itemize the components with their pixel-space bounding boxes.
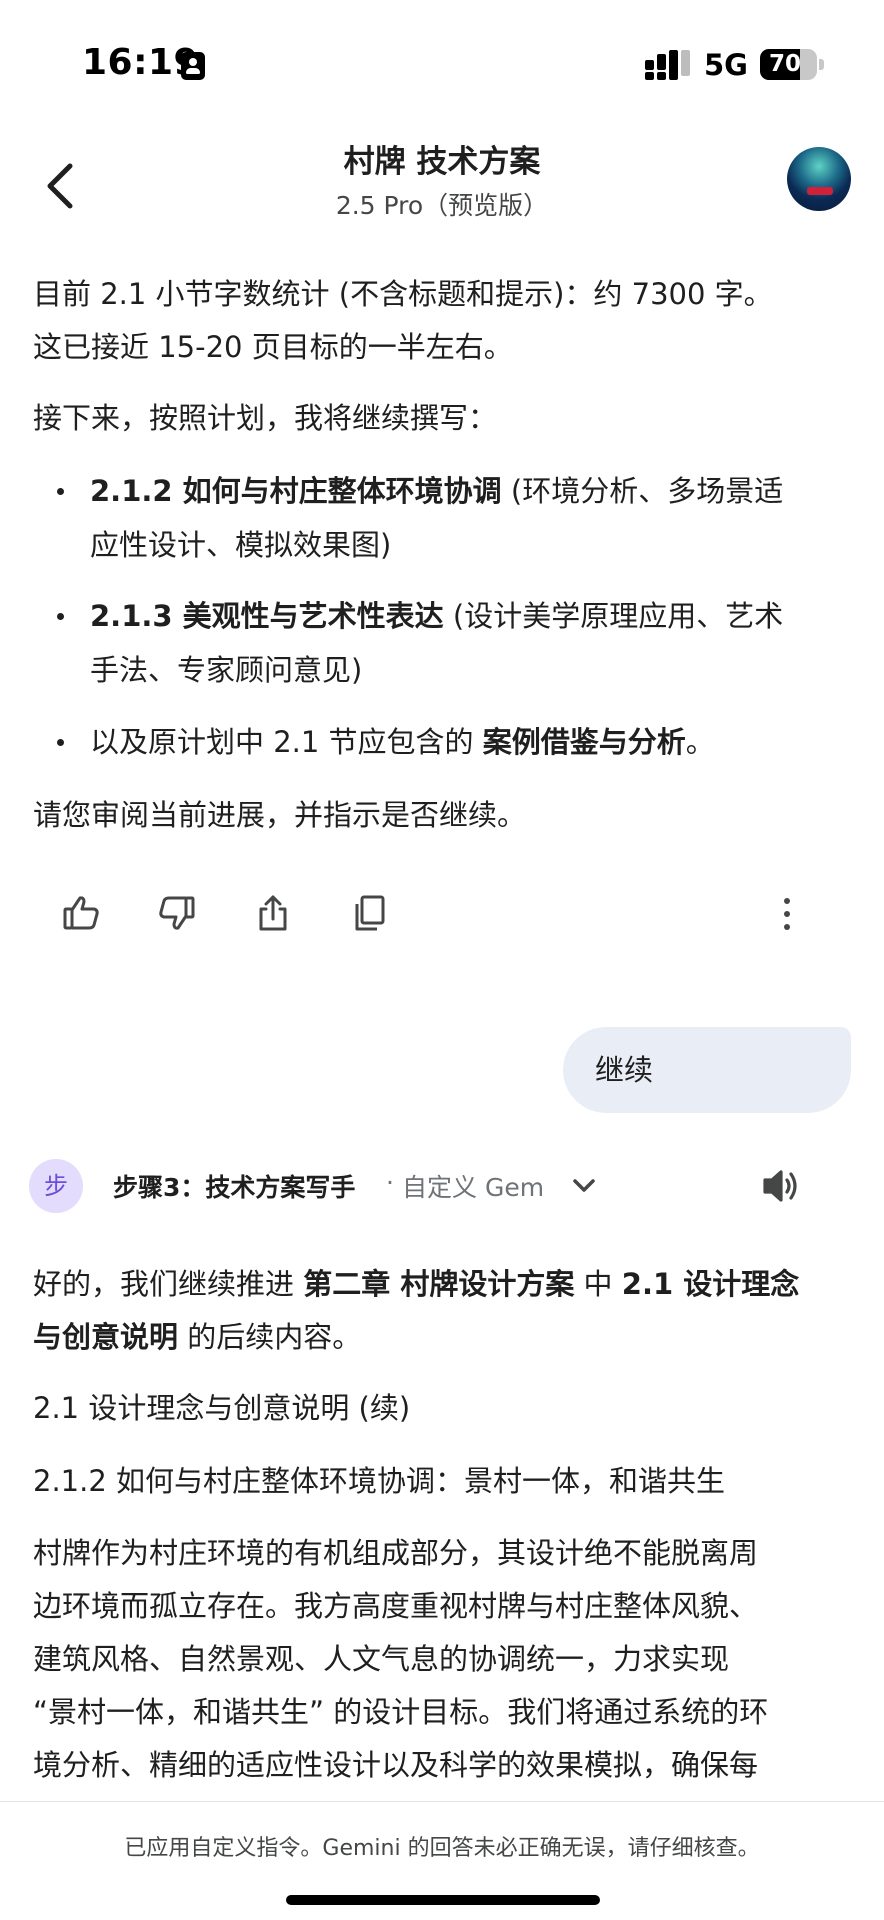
gem-name[interactable]: 步骤3：技术方案写手 [113, 1168, 355, 1204]
share-icon [259, 895, 287, 931]
person-id-icon [181, 52, 205, 80]
list-item-title: 案例借鉴与分析 [482, 725, 686, 759]
speaker-icon [763, 1170, 797, 1202]
section-heading: 2.1 设计理念与创意说明 (续) [33, 1391, 411, 1425]
thumbs-down-button[interactable] [157, 893, 197, 933]
thumbs-up-button[interactable] [61, 893, 101, 933]
status-bar: 16:19 5G 70 [0, 0, 884, 120]
list-item: 2.1.2 如何与村庄整体环境协调 (环境分析、多场景适 应性设计、模拟效果图) [33, 464, 853, 572]
bullet-dot [57, 488, 64, 495]
user-message-bubble[interactable]: 继续 [563, 1027, 851, 1113]
bullet-dot [57, 739, 64, 746]
next-steps-intro: 接下来，按照计划，我将继续撰写： [33, 401, 498, 435]
model-label[interactable]: 2.5 Pro（预览版） [0, 186, 884, 222]
disclaimer-text: 已应用自定义指令。Gemini 的回答未必正确无误，请仔细核查。 [124, 1836, 760, 1861]
gem-dropdown-button[interactable] [570, 1172, 598, 1200]
signal-icon [645, 50, 690, 80]
list-item: 以及原计划中 2.1 节应包含的 案例借鉴与分析。 [33, 715, 853, 769]
list-item-desc: (环境分析、多场景适 [501, 474, 784, 508]
chat-title[interactable]: 村牌 技术方案 [0, 136, 884, 181]
gem-badge: 步 [29, 1159, 83, 1213]
intro-text: 好的，我们继续推进 [33, 1267, 304, 1301]
share-button[interactable] [253, 893, 293, 933]
list-item-desc-cont: 应性设计、模拟效果图) [90, 528, 392, 562]
footer: 已应用自定义指令。Gemini 的回答未必正确无误，请仔细核查。 [0, 1801, 884, 1920]
thumbs-up-icon [63, 896, 99, 930]
chevron-down-icon [573, 1179, 595, 1192]
copy-icon [355, 895, 385, 931]
intro-text: 中 [574, 1267, 622, 1301]
stats-line-1: 目前 2.1 小节字数统计 (不含标题和提示)：约 7300 字。 [33, 277, 773, 311]
battery-cap [819, 59, 824, 70]
body-line: 境分析、精细的适应性设计以及科学的效果模拟，确保每 [33, 1748, 759, 1782]
chat-header: 村牌 技术方案 2.5 Pro（预览版） [0, 120, 884, 238]
read-aloud-button[interactable] [761, 1166, 803, 1206]
list-item-prefix: 以及原计划中 2.1 节应包含的 [90, 725, 483, 759]
intro-section-cont: 与创意说明 [33, 1320, 179, 1354]
body-line: 村牌作为村庄环境的有机组成部分，其设计绝不能脱离周 [33, 1536, 759, 1570]
battery-percent: 70 [768, 51, 801, 77]
list-item-title: 2.1.2 如何与村庄整体环境协调 [90, 474, 502, 508]
list-item-title: 2.1.3 美观性与艺术性表达 [90, 599, 444, 633]
intro-chapter: 第二章 村牌设计方案 [303, 1267, 575, 1301]
response-intro-line-2: 与创意说明 的后续内容。 [33, 1310, 853, 1364]
stats-line-2: 这已接近 15-20 页目标的一半左右。 [33, 330, 513, 364]
avatar[interactable] [787, 147, 851, 211]
body-line: “景村一体，和谐共生” 的设计目标。我们将通过系统的环 [33, 1695, 769, 1729]
thumbs-down-icon [159, 896, 195, 930]
body-line: 边环境而孤立存在。我方高度重视村牌与村庄整体风貌、 [33, 1589, 759, 1623]
response-intro-line-1: 好的，我们继续推进 第二章 村牌设计方案 中 2.1 设计理念 [33, 1257, 853, 1311]
intro-section: 2.1 设计理念 [621, 1267, 800, 1301]
intro-text: 的后续内容。 [178, 1320, 362, 1354]
list-item-desc: (设计美学原理应用、艺术 [443, 599, 784, 633]
more-vert-icon[interactable] [783, 898, 791, 930]
bullet-dot [57, 613, 64, 620]
subsection-heading: 2.1.2 如何与村庄整体环境协调：景村一体，和谐共生 [33, 1464, 726, 1498]
gem-type[interactable]: 自定义 Gem [402, 1168, 544, 1204]
battery-icon: 70 [760, 49, 817, 80]
network-label: 5G [704, 48, 748, 82]
list-item-desc-cont: 手法、专家顾问意见) [90, 653, 363, 687]
list-item-suffix: 。 [685, 725, 715, 759]
closing-line: 请您审阅当前进展，并指示是否继续。 [33, 798, 527, 832]
copy-button[interactable] [349, 893, 389, 933]
gem-separator: · [386, 1168, 394, 1197]
list-item: 2.1.3 美观性与艺术性表达 (设计美学原理应用、艺术 手法、专家顾问意见) [33, 589, 853, 697]
body-line: 建筑风格、自然景观、人文气息的协调统一，力求实现 [33, 1642, 730, 1676]
home-indicator[interactable] [286, 1895, 600, 1905]
